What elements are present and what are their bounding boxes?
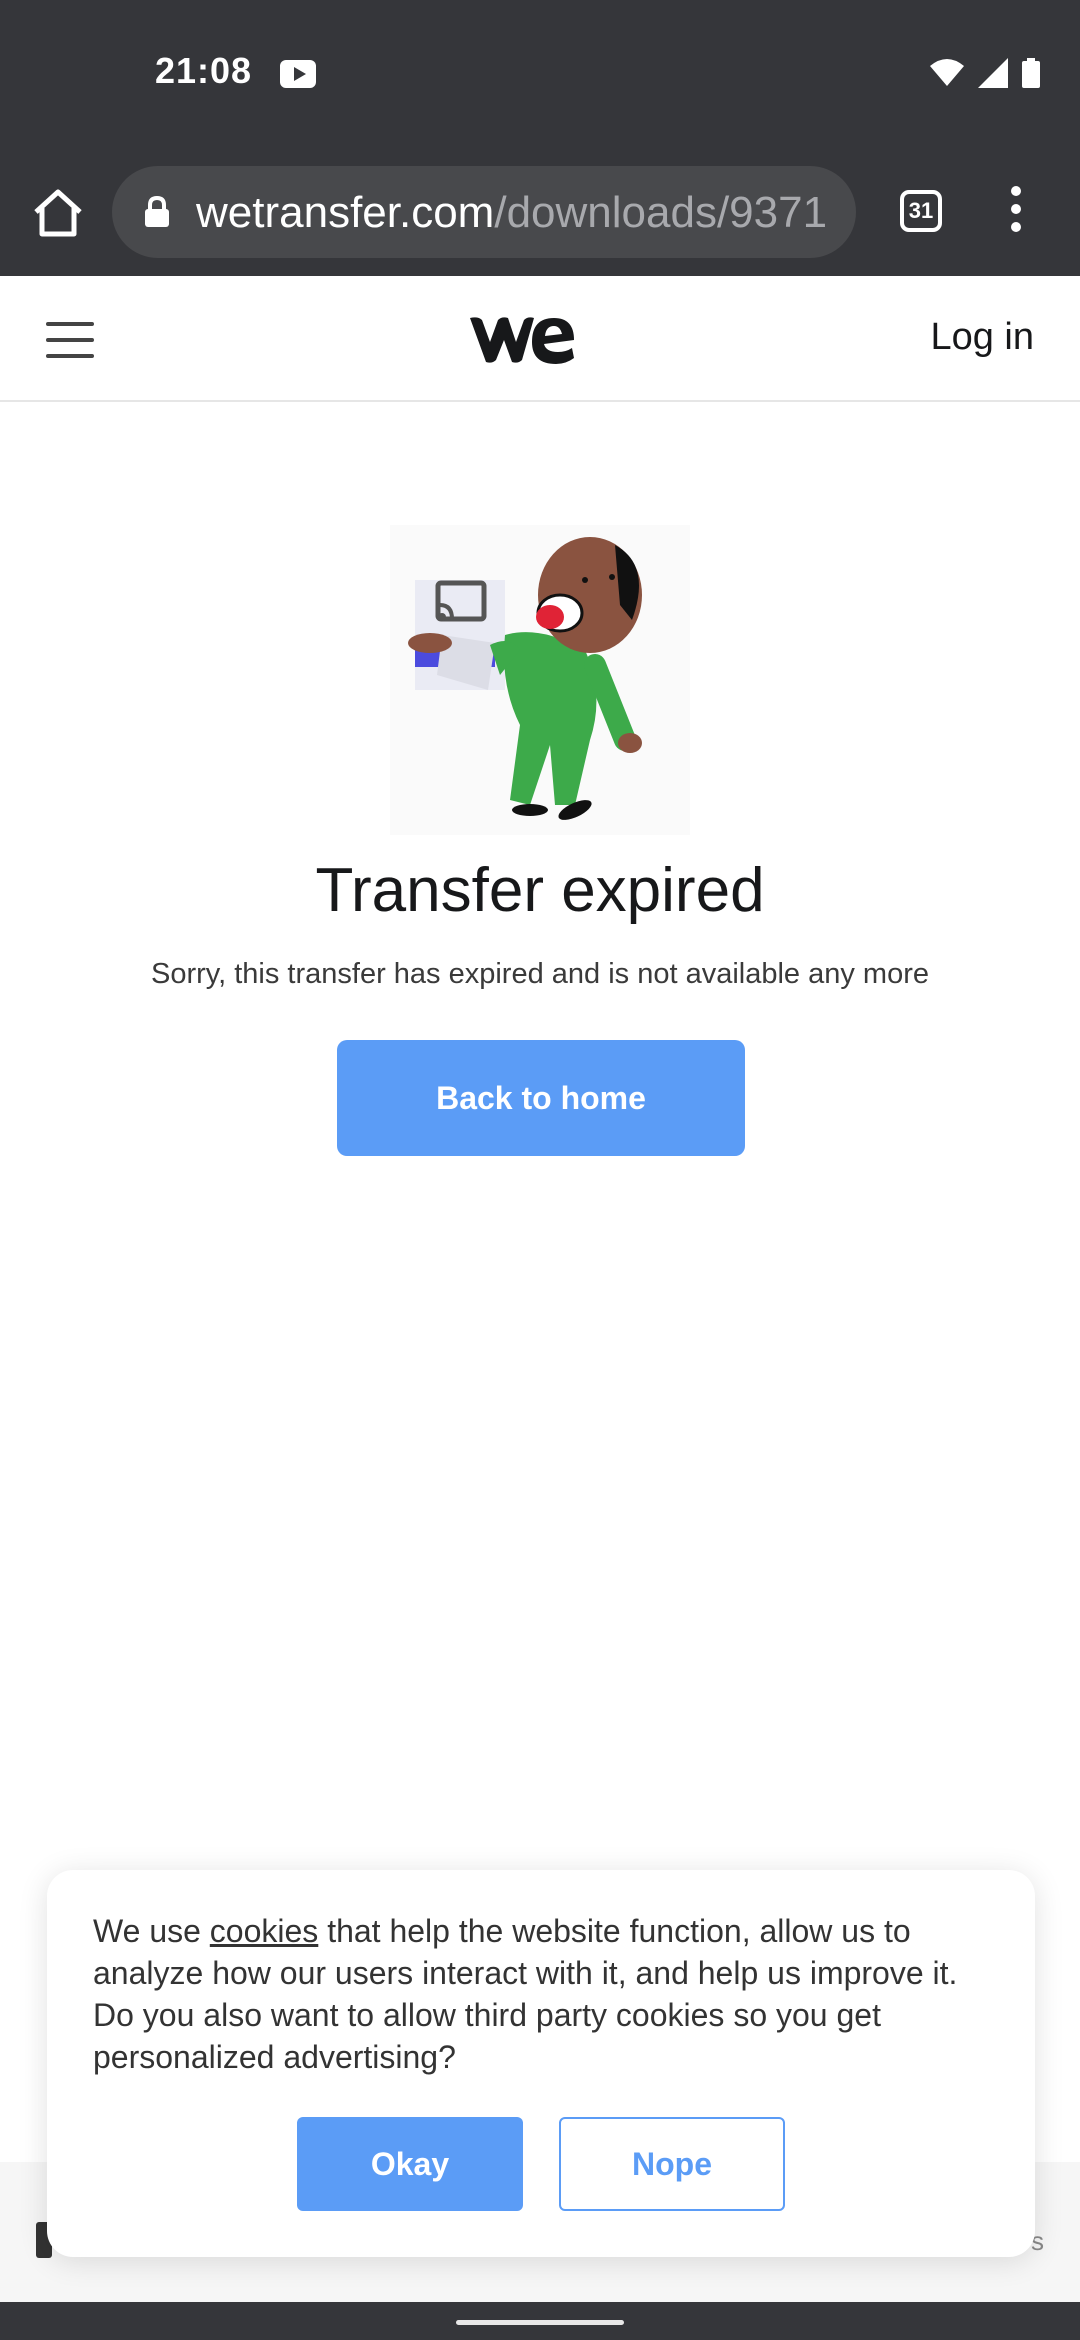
url-path: /downloads/9371 xyxy=(494,188,828,237)
home-icon[interactable] xyxy=(28,184,88,244)
lock-icon xyxy=(145,196,169,227)
okay-button[interactable]: Okay xyxy=(297,2117,523,2211)
expired-message: Sorry, this transfer has expired and is … xyxy=(150,958,929,990)
page-title: Transfer expired xyxy=(315,856,765,925)
system-nav-bar xyxy=(0,2302,1080,2340)
address-bar[interactable]: wetransfer.com/downloads/9371 xyxy=(112,166,856,258)
browser-toolbar: wetransfer.com/downloads/9371 31 xyxy=(0,150,1080,276)
expired-illustration xyxy=(390,525,690,835)
cookie-message: We use cookies that help the website fun… xyxy=(93,1910,993,2078)
cookies-link[interactable]: cookies xyxy=(210,1913,319,1949)
status-bar: 21:08 xyxy=(0,0,1080,150)
login-link[interactable]: Log in xyxy=(930,316,1034,359)
cookie-text-before: We use xyxy=(93,1913,210,1949)
nope-button[interactable]: Nope xyxy=(559,2117,785,2211)
cookie-banner: We use cookies that help the website fun… xyxy=(47,1870,1035,2257)
site-header: Log in xyxy=(0,276,1080,402)
status-icons xyxy=(930,58,1040,88)
home-gesture-handle[interactable] xyxy=(456,2320,624,2325)
wetransfer-logo[interactable] xyxy=(468,312,576,366)
back-to-home-button[interactable]: Back to home xyxy=(337,1040,745,1156)
tab-switcher-button[interactable]: 31 xyxy=(900,190,942,232)
signal-icon xyxy=(978,58,1008,88)
wifi-icon xyxy=(930,59,964,86)
battery-icon xyxy=(1022,58,1040,88)
status-time: 21:08 xyxy=(155,50,253,91)
url-text: wetransfer.com/downloads/9371 xyxy=(196,188,827,238)
youtube-icon xyxy=(280,60,316,88)
url-host: wetransfer.com xyxy=(196,188,495,237)
hamburger-menu-icon[interactable] xyxy=(46,322,94,358)
browser-menu-icon[interactable] xyxy=(1008,186,1024,238)
